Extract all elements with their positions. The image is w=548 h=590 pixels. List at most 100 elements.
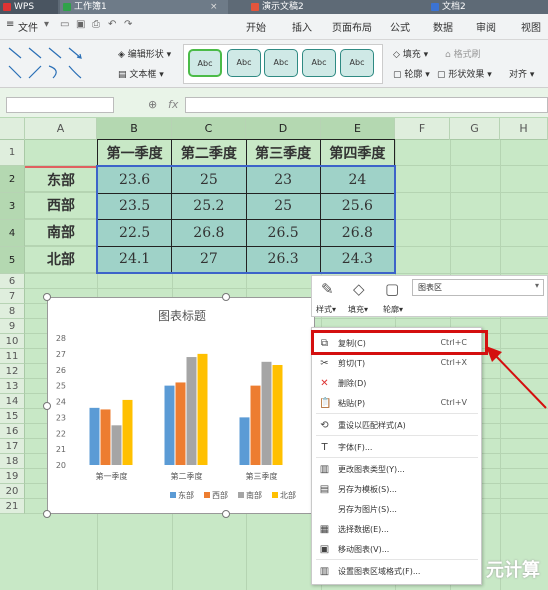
format-brush-button[interactable]: ⌂ 格式刷 [445, 47, 481, 60]
row-header-9[interactable]: 9 [0, 319, 25, 334]
menu-item-reset[interactable]: ⟲ 重设以匹配样式(A) [312, 416, 481, 436]
menu-item-format-area[interactable]: ▥ 设置图表区域格式(F)... [312, 562, 481, 582]
row-header-19[interactable]: 19 [0, 469, 25, 484]
menu-item-move-chart[interactable]: ▣ 移动图表(V)... [312, 540, 481, 560]
menu-item-save-template[interactable]: ▤ 另存为模板(S)... [312, 480, 481, 500]
mini-outline-button[interactable]: 轮廓▾ [383, 304, 403, 315]
resize-handle[interactable] [43, 402, 51, 410]
align-button[interactable]: 对齐 ▾ [509, 67, 534, 80]
col-header-e[interactable]: E [321, 118, 395, 140]
cell-region-south[interactable]: 南部 [25, 220, 97, 246]
row-header-3[interactable]: 3 [0, 193, 25, 220]
menu-data[interactable]: 数据 [433, 19, 453, 34]
tab-document[interactable]: 文档2 [428, 0, 548, 14]
save-icon[interactable]: ▣ [76, 19, 85, 30]
cell-region-north[interactable]: 北部 [25, 247, 97, 273]
shape-style-1[interactable]: Abc [188, 49, 222, 77]
chart-area[interactable]: 图表标题 20 21 22 23 24 25 26 27 28 第一季度 第二季度 第三季度 东部 西部南… [47, 297, 315, 514]
col-header-h[interactable]: H [500, 118, 548, 140]
menu-review[interactable]: 审阅 [476, 19, 496, 34]
col-header-a[interactable]: A [25, 118, 97, 140]
menu-view[interactable]: 视图 [521, 19, 541, 34]
undo-icon[interactable]: ↶ [108, 19, 116, 30]
mini-style-button[interactable]: 样式▾ [316, 304, 336, 315]
header-q4[interactable]: 第四季度 [319, 139, 396, 167]
shape-effect-button[interactable]: ▢ 形状效果 ▾ [437, 67, 492, 80]
resize-handle[interactable] [43, 510, 51, 518]
resize-handle[interactable] [222, 510, 230, 518]
row-header-20[interactable]: 20 [0, 484, 25, 499]
outline-button[interactable]: ▢ 轮廓 ▾ [393, 67, 430, 80]
row-header-1[interactable]: 1 [0, 140, 25, 166]
hamburger-icon[interactable]: ≡ [6, 19, 14, 30]
menu-insert[interactable]: 插入 [292, 19, 312, 34]
fill-button[interactable]: ◇ 填充 ▾ [393, 47, 428, 60]
print-icon[interactable]: ⎙ [92, 19, 100, 30]
tab-workbook[interactable]: 工作簿1 × [60, 0, 228, 14]
menu-item-paste[interactable]: 📋 粘贴(P) Ctrl+V [312, 394, 481, 414]
folder-icon[interactable]: ▭ [60, 19, 69, 30]
textbox-button[interactable]: ▤ 文本框 ▾ [118, 67, 164, 80]
row-header-13[interactable]: 13 [0, 379, 25, 394]
menu-item-save-image[interactable]: 另存为图片(S)... [312, 500, 481, 520]
mini-fill-button[interactable]: 填充▾ [348, 304, 368, 315]
shape-gallery[interactable] [6, 44, 101, 84]
shape-style-3[interactable]: Abc [264, 49, 298, 77]
shape-style-2[interactable]: Abc [227, 49, 261, 77]
row-header-21[interactable]: 21 [0, 499, 25, 514]
row-header-10[interactable]: 10 [0, 334, 25, 349]
row-header-17[interactable]: 17 [0, 439, 25, 454]
col-header-b[interactable]: B [97, 118, 172, 140]
fx-icon[interactable]: fx [168, 98, 178, 111]
close-icon[interactable]: × [210, 0, 218, 14]
y-tick-label: 23 [56, 413, 66, 422]
row-header-16[interactable]: 16 [0, 424, 25, 439]
menu-item-delete[interactable]: ✕ 删除(D) [312, 374, 481, 394]
tab-presentation[interactable]: 演示文稿2 [248, 0, 398, 14]
resize-handle[interactable] [43, 293, 51, 301]
zoom-icon[interactable]: ⊕ [148, 98, 157, 111]
redo-icon[interactable]: ↷ [124, 19, 132, 30]
col-header-c[interactable]: C [172, 118, 246, 140]
menu-file[interactable]: 文件 [18, 19, 38, 34]
brush-icon[interactable]: ✎ [321, 280, 334, 298]
row-header-15[interactable]: 15 [0, 409, 25, 424]
outline-icon[interactable]: ▢ [385, 280, 399, 298]
row-header-8[interactable]: 8 [0, 304, 25, 319]
name-box[interactable] [6, 97, 114, 113]
menu-item-cut[interactable]: ✂ 剪切(T) Ctrl+X [312, 354, 481, 374]
fill-bucket-icon[interactable]: ◇ [353, 280, 365, 298]
col-header-d[interactable]: D [246, 118, 321, 140]
col-header-g[interactable]: G [450, 118, 500, 140]
header-q2[interactable]: 第二季度 [171, 139, 247, 167]
menu-page-layout[interactable]: 页面布局 [332, 19, 372, 34]
chart-element-dropdown[interactable]: 图表区 ▾ [412, 279, 544, 296]
menu-item-font[interactable]: T 字体(F)... [312, 438, 481, 458]
row-header-5[interactable]: 5 [0, 247, 25, 274]
row-header-14[interactable]: 14 [0, 394, 25, 409]
header-q1[interactable]: 第一季度 [96, 139, 173, 167]
select-all-corner[interactable] [0, 118, 25, 140]
cell-region-west[interactable]: 西部 [25, 193, 97, 219]
menu-formula[interactable]: 公式 [390, 19, 410, 34]
cell-region-east[interactable]: 东部 [25, 166, 97, 192]
shape-style-4[interactable]: Abc [302, 49, 336, 77]
row-header-18[interactable]: 18 [0, 454, 25, 469]
row-header-6[interactable]: 6 [0, 274, 25, 289]
col-header-f[interactable]: F [395, 118, 450, 140]
menu-item-select-data[interactable]: ▦ 选择数据(E)... [312, 520, 481, 540]
row-header-11[interactable]: 11 [0, 349, 25, 364]
row-header-7[interactable]: 7 [0, 289, 25, 304]
resize-handle[interactable] [222, 293, 230, 301]
tab-wps[interactable]: WPS [0, 0, 58, 14]
row-header-4[interactable]: 4 [0, 220, 25, 247]
row-header-2[interactable]: 2 [0, 166, 25, 193]
header-q3[interactable]: 第三季度 [245, 139, 321, 167]
shape-style-5[interactable]: Abc [340, 49, 374, 77]
edit-shape-button[interactable]: ◈ 编辑形状 ▾ [118, 47, 171, 60]
formula-input[interactable] [185, 97, 548, 113]
menu-item-chart-type[interactable]: ▥ 更改图表类型(Y)... [312, 460, 481, 480]
dropdown-icon[interactable]: ▾ [44, 19, 49, 30]
menu-home[interactable]: 开始 [246, 19, 266, 34]
row-header-12[interactable]: 12 [0, 364, 25, 379]
